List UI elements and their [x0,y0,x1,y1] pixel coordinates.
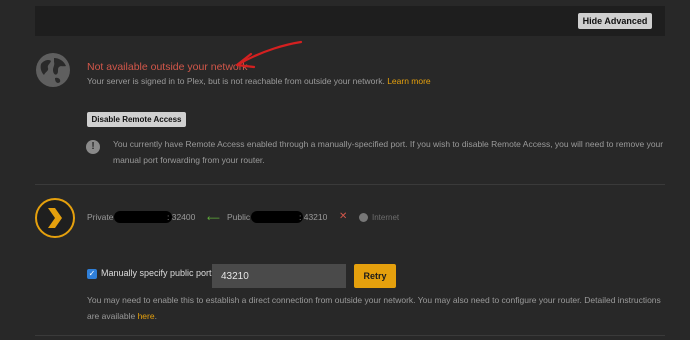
private-port: : 32400 [167,212,196,222]
port-help-body: You may need to enable this to establish… [87,295,661,321]
globe-icon [36,53,70,87]
port-help-text: You may need to enable this to establish… [87,295,661,321]
manual-port-label[interactable]: Manually specify public port [101,268,212,278]
plex-logo-icon [35,198,75,238]
remote-access-info: You currently have Remote Access enabled… [113,139,664,165]
bottom-divider [35,335,665,336]
retry-button[interactable]: Retry [354,264,396,288]
public-port: : 43210 [299,212,328,222]
arrow-left-icon: ⟵ [207,213,220,223]
hide-advanced-button[interactable]: Hide Advanced [578,13,652,29]
status-description-text: Your server is signed in to Plex, but is… [87,76,385,86]
learn-more-link[interactable]: Learn more [387,76,430,86]
redacted-private-ip [114,211,172,223]
private-label: Private [87,212,114,222]
instructions-link[interactable]: here [138,311,155,321]
status-title: Not available outside your network [87,61,248,73]
internet-label: Internet [372,213,400,222]
internet-icon [359,213,368,222]
public-label: Public [227,212,251,222]
status-description: Your server is signed in to Plex, but is… [87,76,431,86]
close-icon: ✕ [339,211,348,222]
disable-remote-access-button[interactable]: Disable Remote Access [87,112,186,127]
info-icon: ! [86,140,100,154]
annotation-arrow [235,40,303,69]
check-icon: ✓ [88,269,96,278]
section-divider [35,184,665,185]
top-bar [35,6,665,36]
manual-port-checkbox[interactable]: ✓ [87,269,97,279]
redacted-public-ip [251,211,303,223]
public-port-input[interactable] [212,264,346,288]
